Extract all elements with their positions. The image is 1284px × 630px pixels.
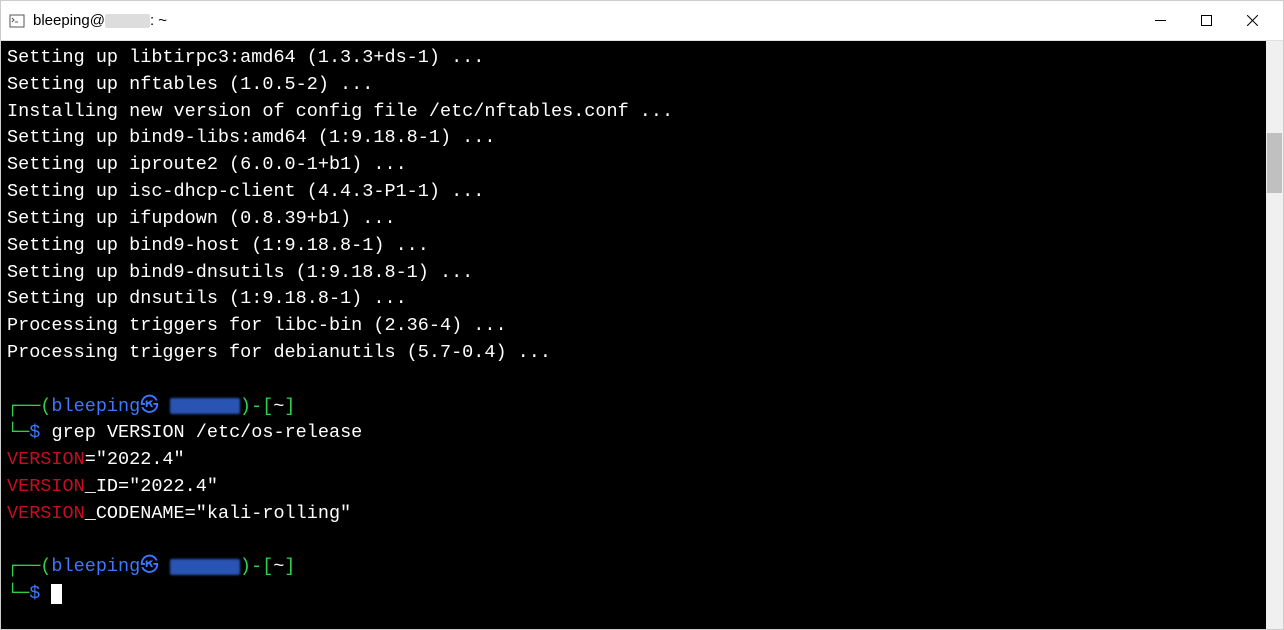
output-line: Processing triggers for debianutils (5.7… [7, 342, 551, 363]
output-line: Setting up iproute2 (6.0.0-1+b1) ... [7, 154, 407, 175]
grep-rest: ="2022.4" [85, 449, 185, 470]
output-line: Setting up dnsutils (1:9.18.8-1) ... [7, 288, 407, 309]
window-title: bleeping@ : ~ [33, 12, 1137, 29]
prompt-line-2-bottom: └─ [7, 583, 29, 604]
terminal-content[interactable]: Setting up libtirpc3:amd64 (1.3.3+ds-1) … [1, 41, 1266, 629]
prompt-symbol: $ [29, 583, 40, 604]
prompt-line-1-top: ┌──( [7, 396, 51, 417]
prompt-user: bleeping [51, 396, 140, 417]
title-host-redacted [105, 14, 150, 28]
output-line: Setting up nftables (1.0.5-2) ... [7, 74, 373, 95]
grep-match: VERSION [7, 476, 85, 497]
maximize-button[interactable] [1183, 5, 1229, 37]
output-line: Setting up isc-dhcp-client (4.4.3-P1-1) … [7, 181, 484, 202]
prompt-separator: ㉿ [140, 556, 159, 577]
output-line: Setting up bind9-libs:amd64 (1:9.18.8-1)… [7, 127, 495, 148]
scrollbar[interactable] [1266, 41, 1283, 629]
prompt-symbol: $ [29, 422, 40, 443]
prompt-spacer [159, 556, 170, 577]
prompt-host-redacted [170, 398, 240, 414]
scrollbar-thumb[interactable] [1267, 133, 1282, 193]
grep-rest: _ID="2022.4" [85, 476, 218, 497]
command-text: grep VERSION /etc/os-release [51, 422, 362, 443]
prompt-bracket: )-[ [240, 556, 273, 577]
window-controls [1137, 5, 1275, 37]
prompt-line-1-bottom: └─ [7, 422, 29, 443]
title-user: bleeping@ [33, 12, 105, 29]
prompt-bracket: )-[ [240, 396, 273, 417]
terminal-icon [9, 13, 25, 29]
output-line: Setting up libtirpc3:amd64 (1.3.3+ds-1) … [7, 47, 484, 68]
cursor [51, 584, 62, 604]
output-line: Processing triggers for libc-bin (2.36-4… [7, 315, 507, 336]
output-line: Setting up bind9-dnsutils (1:9.18.8-1) .… [7, 262, 473, 283]
terminal-area: Setting up libtirpc3:amd64 (1.3.3+ds-1) … [1, 41, 1283, 629]
prompt-path: ~ [273, 396, 284, 417]
prompt-spacer [159, 396, 170, 417]
terminal-window: bleeping@ : ~ Setting up libtirpc3:amd64 … [0, 0, 1284, 630]
prompt-user: bleeping [51, 556, 140, 577]
prompt-bracket-close: ] [284, 396, 295, 417]
prompt-line-2-top: ┌──( [7, 556, 51, 577]
minimize-button[interactable] [1137, 5, 1183, 37]
prompt-host-redacted [170, 559, 240, 575]
grep-match: VERSION [7, 503, 85, 524]
prompt-path: ~ [273, 556, 284, 577]
prompt-bracket-close: ] [284, 556, 295, 577]
output-line: Installing new version of config file /e… [7, 101, 673, 122]
close-button[interactable] [1229, 5, 1275, 37]
output-line: Setting up bind9-host (1:9.18.8-1) ... [7, 235, 429, 256]
title-path: : ~ [150, 12, 167, 29]
prompt-separator: ㉿ [140, 396, 159, 417]
grep-rest: _CODENAME="kali-rolling" [85, 503, 351, 524]
output-line: Setting up ifupdown (0.8.39+b1) ... [7, 208, 396, 229]
grep-match: VERSION [7, 449, 85, 470]
titlebar[interactable]: bleeping@ : ~ [1, 1, 1283, 41]
